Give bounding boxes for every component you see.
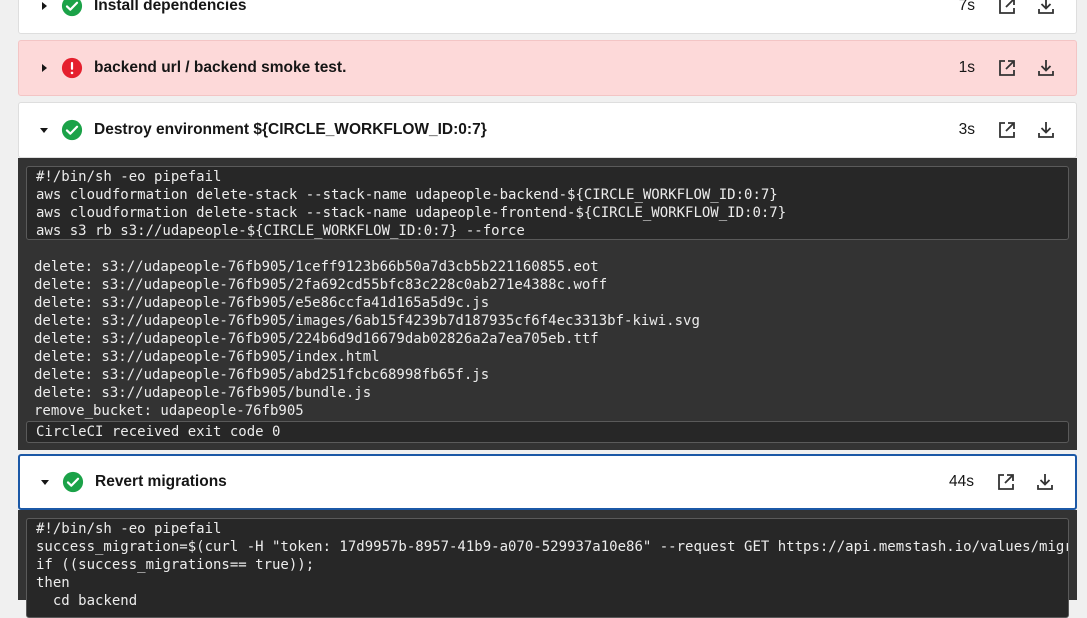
command-block: #!/bin/sh -eo pipefail success_migration… xyxy=(26,518,1069,618)
step-title: Destroy environment ${CIRCLE_WORKFLOW_ID… xyxy=(94,121,487,138)
open-in-new-icon[interactable] xyxy=(995,56,1019,80)
check-circle-icon xyxy=(61,0,83,17)
step-duration: 7s xyxy=(958,0,975,14)
step-title: Install dependencies xyxy=(94,0,247,14)
command-text: #!/bin/sh -eo pipefail aws cloudformatio… xyxy=(36,169,787,239)
caret-right-icon[interactable] xyxy=(33,63,55,73)
open-in-new-icon[interactable] xyxy=(994,470,1018,494)
step-duration: 3s xyxy=(958,121,975,138)
command-text: #!/bin/sh -eo pipefail success_migration… xyxy=(36,521,1068,609)
open-in-new-icon[interactable] xyxy=(995,118,1019,142)
download-icon[interactable] xyxy=(1033,470,1057,494)
caret-down-icon[interactable] xyxy=(33,125,55,135)
check-circle-icon xyxy=(62,471,84,493)
step-install-dependencies[interactable]: Install dependencies 7s xyxy=(18,0,1077,34)
error-circle-icon xyxy=(61,57,83,79)
exit-code-block: CircleCI received exit code 0 xyxy=(26,421,1069,443)
caret-right-icon[interactable] xyxy=(33,1,55,11)
step-destroy-environment[interactable]: Destroy environment ${CIRCLE_WORKFLOW_ID… xyxy=(18,102,1077,158)
download-icon[interactable] xyxy=(1034,118,1058,142)
command-block: #!/bin/sh -eo pipefail aws cloudformatio… xyxy=(26,166,1069,240)
download-icon[interactable] xyxy=(1034,0,1058,18)
step-title: Revert migrations xyxy=(95,473,227,490)
caret-down-icon[interactable] xyxy=(34,477,56,487)
step-backend-smoke-test[interactable]: backend url / backend smoke test. 1s xyxy=(18,40,1077,96)
revert-console-output[interactable]: #!/bin/sh -eo pipefail success_migration… xyxy=(18,510,1077,618)
exit-code-text: CircleCI received exit code 0 xyxy=(36,424,281,440)
open-in-new-icon[interactable] xyxy=(995,0,1019,18)
step-duration: 44s xyxy=(949,473,974,490)
check-circle-icon xyxy=(61,119,83,141)
step-title: backend url / backend smoke test. xyxy=(94,59,347,76)
step-duration: 1s xyxy=(958,59,975,76)
output-text: delete: s3://udapeople-76fb905/1ceff9123… xyxy=(34,259,700,419)
step-revert-migrations[interactable]: Revert migrations 44s xyxy=(18,454,1077,510)
destroy-console-output[interactable]: #!/bin/sh -eo pipefail aws cloudformatio… xyxy=(18,158,1077,450)
download-icon[interactable] xyxy=(1034,56,1058,80)
